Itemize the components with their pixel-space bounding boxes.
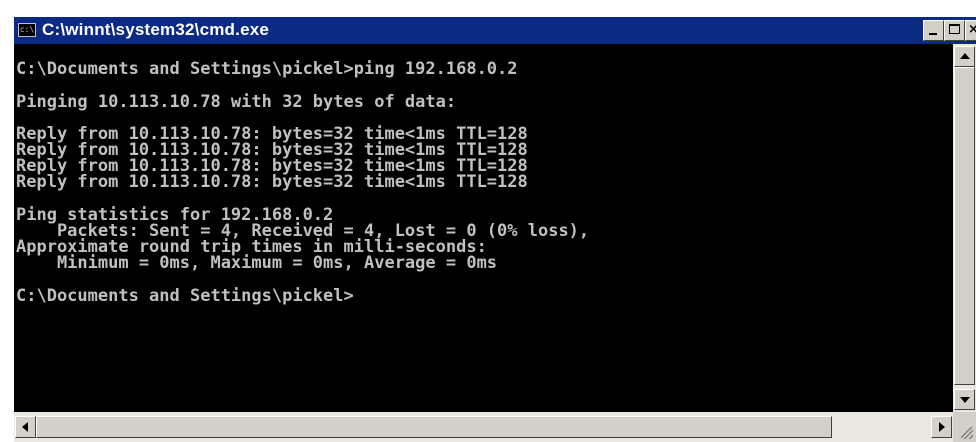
- maximize-button[interactable]: [944, 20, 965, 41]
- arrow-right-icon: [939, 422, 945, 432]
- cmd-icon[interactable]: c:\: [18, 23, 36, 37]
- console-line: Minimum = 0ms, Maximum = 0ms, Average = …: [16, 253, 498, 273]
- cmd-window: c:\ C:\winnt\system32\cmd.exe × C:\Docum…: [0, 0, 976, 442]
- vertical-scrollbar[interactable]: [953, 44, 976, 412]
- resize-grip-icon: [961, 427, 973, 439]
- arrow-left-icon: [22, 422, 28, 432]
- horizontal-scrollbar[interactable]: [14, 412, 953, 442]
- scroll-thumb[interactable]: [954, 67, 975, 385]
- maximize-icon: [949, 24, 960, 34]
- console-line: Pinging 10.113.10.78 with 32 bytes of da…: [16, 92, 457, 112]
- window-controls: ×: [923, 20, 976, 41]
- console-output[interactable]: C:\Documents and Settings\pickel>ping 19…: [14, 44, 953, 412]
- window-title: C:\winnt\system32\cmd.exe: [42, 20, 270, 39]
- scroll-right-button[interactable]: [931, 416, 952, 438]
- scroll-up-button[interactable]: [954, 46, 975, 67]
- scroll-thumb-horizontal[interactable]: [36, 416, 832, 438]
- scroll-left-button[interactable]: [15, 416, 36, 438]
- console-line: C:\Documents and Settings\pickel>ping 19…: [16, 59, 518, 79]
- minimize-button[interactable]: [923, 20, 944, 41]
- close-button[interactable]: ×: [965, 20, 976, 41]
- console-line: Reply from 10.113.10.78: bytes=32 time<1…: [16, 172, 528, 192]
- arrow-down-icon: [960, 397, 970, 403]
- console-prompt: C:\Documents and Settings\pickel>: [16, 286, 354, 306]
- scroll-down-button[interactable]: [954, 389, 975, 410]
- arrow-up-icon: [960, 53, 970, 59]
- close-icon: ×: [968, 21, 976, 39]
- minimize-icon: [929, 33, 937, 35]
- size-box[interactable]: [953, 412, 976, 442]
- title-bar[interactable]: c:\ C:\winnt\system32\cmd.exe ×: [14, 17, 976, 44]
